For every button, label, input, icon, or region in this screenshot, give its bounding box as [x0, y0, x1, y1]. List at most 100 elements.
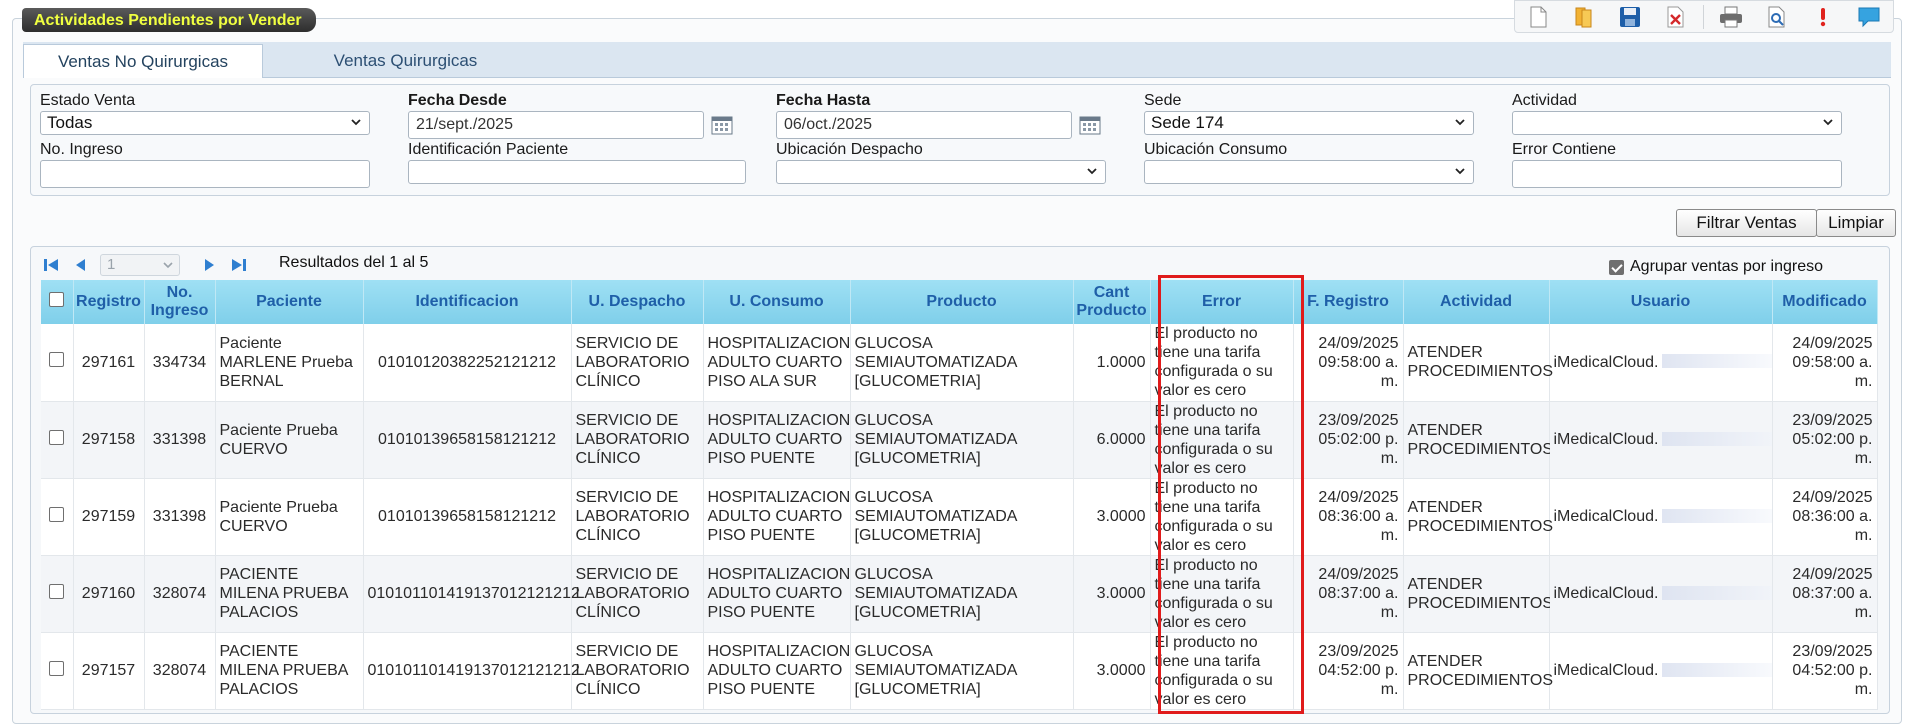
f-registro-cell: 24/09/2025 09:58:00 a. m. — [1293, 324, 1404, 402]
paciente-cell: PACIENTE MILENA PRUEBA PALACIOS — [215, 632, 364, 710]
table-row[interactable]: 297158 331398 Paciente Prueba CUERVO 010… — [41, 401, 1878, 479]
col-u-despacho[interactable]: U. Despacho — [571, 280, 704, 324]
calendar-icon[interactable] — [711, 115, 733, 135]
identificacion-cell: 010101101419137012121212 — [363, 555, 580, 633]
despacho-cell: SERVICIO DE LABORATORIO CLÍNICO — [571, 478, 704, 556]
row-checkbox[interactable] — [49, 583, 65, 599]
cantidad-cell: 3.0000 — [1073, 478, 1151, 556]
error-contiene-label: Error Contiene — [1512, 141, 1617, 158]
error-contiene-input[interactable] — [1512, 160, 1842, 188]
col-modificado[interactable]: Modificado — [1772, 280, 1878, 324]
fecha-hasta-label: Fecha Hasta — [776, 92, 871, 109]
col-error[interactable]: Error — [1150, 280, 1294, 324]
delete-document-icon[interactable] — [1663, 4, 1689, 30]
producto-cell: GLUCOSA SEMIAUTOMATIZADA [GLUCOMETRIA] — [850, 401, 1074, 479]
col-identificacion[interactable]: Identificacion — [363, 280, 572, 324]
row-select-cell[interactable] — [41, 478, 74, 556]
consumo-cell: HOSPITALIZACION ADULTO CUARTO PISO PUENT… — [703, 478, 851, 556]
select-all-header[interactable] — [41, 280, 74, 324]
f-registro-cell: 23/09/2025 05:02:00 p. m. — [1293, 401, 1404, 479]
col-registro[interactable]: Registro — [73, 280, 145, 324]
ubicacion-consumo-select[interactable] — [1144, 160, 1474, 184]
row-checkbox[interactable] — [49, 660, 65, 676]
page-select[interactable]: 1 — [100, 254, 180, 276]
col-f-registro[interactable]: F. Registro — [1293, 280, 1404, 324]
limpiar-button[interactable]: Limpiar — [1816, 209, 1896, 237]
actividad-cell: ATENDER PROCEDIMIENTOS — [1403, 324, 1553, 402]
save-icon[interactable] — [1617, 4, 1643, 30]
last-page-icon[interactable] — [228, 254, 250, 276]
tab-ventas-no-quirurgicas[interactable]: Ventas No Quirurgicas — [23, 44, 263, 78]
row-checkbox[interactable] — [49, 429, 65, 445]
table-row[interactable]: 297159 331398 Paciente Prueba CUERVO 010… — [41, 478, 1878, 556]
select-all-checkbox[interactable] — [49, 292, 65, 307]
col-no-ingreso[interactable]: No. Ingreso — [144, 280, 216, 324]
usuario-text: iMedicalCloud. — [1553, 431, 1659, 448]
sede-label: Sede — [1144, 92, 1182, 109]
row-select-cell[interactable] — [41, 324, 74, 402]
next-page-icon[interactable] — [198, 254, 220, 276]
sede-select[interactable]: Sede 174 — [1144, 111, 1474, 135]
identificacion-cell: 01010120382252121212 — [363, 324, 572, 402]
ubicacion-despacho-select[interactable] — [776, 160, 1106, 184]
row-select-cell[interactable] — [41, 555, 74, 633]
alert-icon[interactable] — [1810, 4, 1836, 30]
redacted-overlay — [1661, 354, 1771, 368]
usuario-text: iMedicalCloud. — [1553, 353, 1659, 371]
previous-page-icon[interactable] — [70, 254, 92, 276]
chevron-down-icon — [1087, 168, 1097, 175]
row-select-cell[interactable] — [41, 632, 74, 710]
row-checkbox[interactable] — [49, 352, 65, 368]
cantidad-cell: 3.0000 — [1073, 632, 1151, 710]
open-folder-icon[interactable] — [1571, 4, 1597, 30]
col-cant-producto[interactable]: Cant Producto — [1073, 280, 1151, 324]
no-ingreso-label: No. Ingreso — [40, 141, 123, 158]
actividad-cell: ATENDER PROCEDIMIENTOS — [1403, 632, 1553, 710]
actividad-label: Actividad — [1512, 92, 1577, 109]
table-row[interactable]: 297157 328074 PACIENTE MILENA PRUEBA PAL… — [41, 632, 1878, 710]
group-by-ingreso-label: Agrupar ventas por ingreso — [1630, 258, 1823, 275]
actividad-cell: ATENDER PROCEDIMIENTOS — [1403, 401, 1553, 479]
group-by-ingreso-checkbox[interactable] — [1609, 259, 1624, 275]
row-select-cell[interactable] — [41, 401, 74, 479]
no-ingreso-input[interactable] — [40, 160, 370, 188]
table-row[interactable]: 297160 328074 PACIENTE MILENA PRUEBA PAL… — [41, 555, 1878, 633]
identificacion-paciente-label: Identificación Paciente — [408, 141, 569, 158]
chat-icon[interactable] — [1856, 4, 1882, 30]
registro-cell: 297159 — [73, 478, 145, 556]
col-producto[interactable]: Producto — [850, 280, 1074, 324]
filtrar-ventas-button[interactable]: Filtrar Ventas — [1676, 209, 1817, 237]
col-usuario[interactable]: Usuario — [1549, 280, 1773, 324]
actividad-select[interactable] — [1512, 111, 1842, 135]
print-preview-icon[interactable] — [1764, 4, 1790, 30]
actividad-cell: ATENDER PROCEDIMIENTOS — [1403, 478, 1553, 556]
paciente-cell: Paciente Prueba CUERVO — [215, 401, 364, 479]
tab-ventas-quirurgicas[interactable]: Ventas Quirurgicas — [263, 44, 548, 78]
usuario-text: iMedicalCloud. — [1553, 508, 1659, 525]
group-by-ingreso[interactable]: Agrupar ventas por ingreso — [1609, 258, 1823, 276]
producto-cell: GLUCOSA SEMIAUTOMATIZADA [GLUCOMETRIA] — [850, 632, 1074, 710]
print-icon[interactable] — [1718, 4, 1744, 30]
fecha-desde-input[interactable]: 21/sept./2025 — [408, 111, 704, 139]
identificacion-paciente-input[interactable] — [408, 160, 746, 184]
col-u-consumo[interactable]: U. Consumo — [703, 280, 851, 324]
fecha-hasta-input[interactable]: 06/oct./2025 — [776, 111, 1072, 139]
col-actividad[interactable]: Actividad — [1403, 280, 1550, 324]
estado-venta-select[interactable]: Todas — [40, 111, 370, 135]
tabs-bar: Ventas No Quirurgicas Ventas Quirurgicas — [23, 42, 1891, 78]
estado-venta-value: Todas — [47, 113, 93, 132]
f-registro-cell: 24/09/2025 08:37:00 a. m. — [1293, 555, 1404, 633]
col-paciente[interactable]: Paciente — [215, 280, 364, 324]
pager: 1 — [40, 253, 250, 277]
new-document-icon[interactable] — [1525, 4, 1551, 30]
calendar-icon[interactable] — [1079, 115, 1101, 135]
table-row[interactable]: 297161 334734 Paciente MARLENE Prueba BE… — [41, 324, 1878, 402]
usuario-cell: iMedicalCloud. — [1549, 324, 1773, 402]
identificacion-cell: 01010139658158121212 — [363, 401, 572, 479]
row-checkbox[interactable] — [49, 506, 65, 522]
chevron-down-icon — [163, 262, 173, 269]
usuario-cell: iMedicalCloud. — [1549, 401, 1773, 479]
modificado-cell: 24/09/2025 08:37:00 a. m. — [1772, 555, 1878, 633]
first-page-icon[interactable] — [40, 254, 62, 276]
producto-cell: GLUCOSA SEMIAUTOMATIZADA [GLUCOMETRIA] — [850, 478, 1074, 556]
